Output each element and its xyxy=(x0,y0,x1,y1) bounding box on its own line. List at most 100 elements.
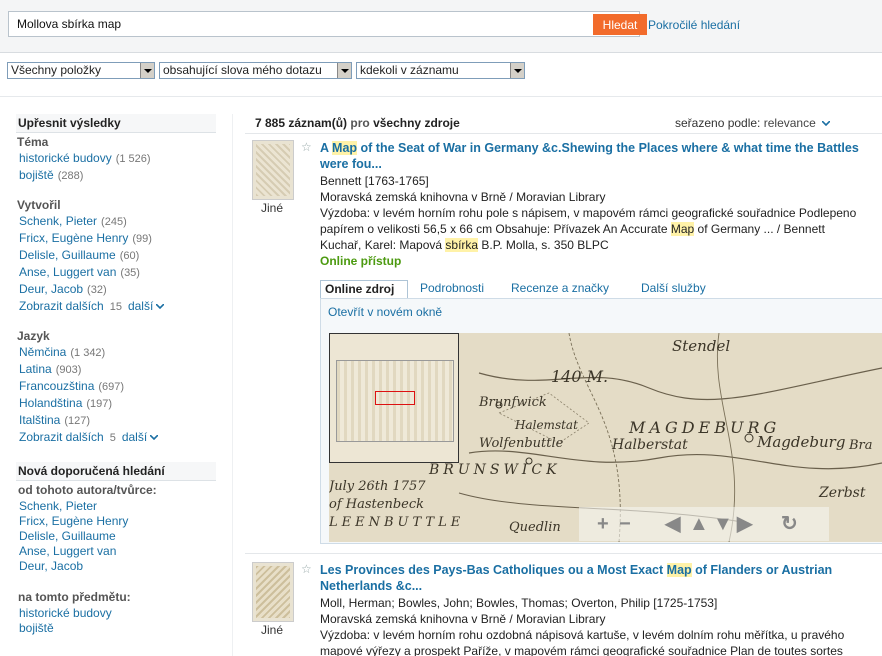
search-scope-select[interactable]: kdekoli v záznamu xyxy=(356,62,525,79)
facet-item[interactable]: Deur, Jacob (32) xyxy=(16,281,216,298)
online-access-link[interactable]: Online přístup xyxy=(320,253,882,269)
more-link[interactable]: další xyxy=(128,299,153,313)
search-scope-value: kdekoli v záznamu xyxy=(360,63,459,77)
title-part[interactable]: Netherlands &c... xyxy=(320,579,422,593)
viewport-indicator[interactable] xyxy=(375,391,415,405)
facet-item[interactable]: Němčina (1 342) xyxy=(16,344,216,361)
facet-item[interactable]: Schenk, Pieter (245) xyxy=(16,213,216,230)
record-author: Moll, Herman; Bowles, John; Bowles, Thom… xyxy=(320,596,718,610)
record-description: mapové výřezy a prospekt Paříže, v mapov… xyxy=(320,644,843,656)
pan-up-icon[interactable]: ▲ xyxy=(689,513,709,535)
title-part[interactable]: of Flanders or Austrian xyxy=(692,563,832,577)
facet-item[interactable]: bojiště (288) xyxy=(16,167,216,184)
by-subject-label: na tomto předmětu: xyxy=(18,590,131,604)
result-scope: všechny zdroje xyxy=(373,116,460,130)
pan-down-icon[interactable]: ▼ xyxy=(713,513,733,535)
map-label: Stendel xyxy=(672,337,731,355)
map-label: Brunfwick xyxy=(479,395,547,410)
result-count: 7 885 xyxy=(255,116,286,130)
record-type: Jiné xyxy=(260,201,283,215)
map-label: Quedlin xyxy=(509,520,561,535)
facet-label[interactable]: Francouzština xyxy=(19,379,94,393)
facet-label[interactable]: Fricx, Eugène Henry xyxy=(19,231,128,245)
facet-item[interactable]: Francouzština (697) xyxy=(16,378,216,395)
item-type-value: Všechny položky xyxy=(11,63,102,77)
title-part[interactable]: Les Provinces des Pays-Bas Catholiques o… xyxy=(320,563,667,577)
record-thumbnail[interactable] xyxy=(252,562,294,622)
sort-value[interactable]: relevance xyxy=(764,116,816,130)
zoom-in-icon[interactable]: + xyxy=(597,513,609,535)
title-part[interactable]: were fou... xyxy=(320,157,382,171)
sort-label: seřazeno podle: xyxy=(675,116,761,130)
map-label: Wolfenbuttle xyxy=(479,436,564,451)
tab-services[interactable]: Další služby xyxy=(637,280,710,297)
facet-item[interactable]: Latina (903) xyxy=(16,361,216,378)
chevron-down-icon xyxy=(140,63,154,78)
facet-label[interactable]: Holandština xyxy=(19,396,82,410)
map-overview[interactable] xyxy=(329,333,459,463)
tab-online-source[interactable]: Online zdroj xyxy=(320,280,408,299)
suggest-subject-link[interactable]: bojiště xyxy=(19,621,54,635)
title-highlight[interactable]: Map xyxy=(666,563,692,577)
tab-details[interactable]: Podrobnosti xyxy=(416,280,488,297)
facet-item[interactable]: Holandština (197) xyxy=(16,395,216,412)
divider xyxy=(232,114,233,656)
suggest-author-link[interactable]: Deur, Jacob xyxy=(19,559,83,573)
facet-label[interactable]: Delisle, Guillaume xyxy=(19,248,116,262)
facet-item[interactable]: Delisle, Guillaume (60) xyxy=(16,247,216,264)
title-part[interactable]: A xyxy=(320,141,332,155)
item-type-select[interactable]: Všechny položky xyxy=(7,62,155,79)
facet-count: (60) xyxy=(119,250,140,262)
record-title[interactable]: Les Provinces des Pays-Bas Catholiques o… xyxy=(320,562,882,594)
zoom-out-icon[interactable]: − xyxy=(619,513,631,535)
match-type-select[interactable]: obsahující slova mého dotazu xyxy=(159,62,352,79)
advanced-search-link[interactable]: Pokročilé hledání xyxy=(648,18,740,32)
facet-label[interactable]: Anse, Luggert van xyxy=(19,265,116,279)
pan-left-icon[interactable]: ◀ xyxy=(665,513,680,535)
sort-control[interactable]: seřazeno podle: relevance xyxy=(675,116,831,130)
star-icon[interactable]: ☆ xyxy=(301,562,312,576)
record-description: papírem o velikosti 56,5 x 66 cm Obsahuj… xyxy=(320,221,882,237)
record-description: Výzdoba: v levém horním rohu ozdobná náp… xyxy=(320,628,845,642)
record-author: Bennett [1763-1765] xyxy=(320,174,429,188)
tab-reviews[interactable]: Recenze a značky xyxy=(507,280,613,297)
chevron-down-icon xyxy=(510,63,524,78)
facet-item[interactable]: historické budovy (1 526) xyxy=(16,150,216,167)
show-more-languages[interactable]: Zobrazit dalších 5 další xyxy=(16,429,216,446)
show-more-creators[interactable]: Zobrazit dalších 15 další xyxy=(16,298,216,315)
pan-right-icon[interactable]: ▶ xyxy=(737,513,752,535)
facet-item[interactable]: Anse, Luggert van (35) xyxy=(16,264,216,281)
facet-label[interactable]: Latina xyxy=(19,362,52,376)
map-label: BRUNSWICK xyxy=(429,462,561,478)
title-highlight[interactable]: Map xyxy=(332,141,358,155)
facet-label[interactable]: Deur, Jacob xyxy=(19,282,83,296)
facet-label[interactable]: historické budovy xyxy=(19,151,112,165)
facet-item[interactable]: Fricx, Eugène Henry (99) xyxy=(16,230,216,247)
result-record: Jiné ☆ Les Provinces des Pays-Bas Cathol… xyxy=(248,562,882,656)
suggest-subject-link[interactable]: historické budovy xyxy=(19,606,112,620)
more-link[interactable]: další xyxy=(122,430,147,444)
search-button[interactable]: Hledat xyxy=(593,14,647,35)
show-more-count: 15 xyxy=(109,301,122,313)
rotate-icon[interactable]: ↻ xyxy=(781,513,798,535)
facet-item[interactable]: Italština (127) xyxy=(16,412,216,429)
divider xyxy=(245,553,882,554)
title-part[interactable]: of the Seat of War in Germany &c.Shewing… xyxy=(357,141,859,155)
suggest-author-link[interactable]: Fricx, Eugène Henry xyxy=(19,514,128,528)
open-new-window-link[interactable]: Otevřít v novém okně xyxy=(328,305,442,319)
suggest-author-link[interactable]: Anse, Luggert van xyxy=(19,544,116,558)
search-input[interactable] xyxy=(11,14,593,34)
suggest-author-link[interactable]: Delisle, Guillaume xyxy=(19,529,116,543)
suggest-author-link[interactable]: Schenk, Pieter xyxy=(19,499,97,513)
show-more-label[interactable]: Zobrazit dalších xyxy=(19,299,104,313)
facet-label[interactable]: Schenk, Pieter xyxy=(19,214,97,228)
star-icon[interactable]: ☆ xyxy=(301,140,312,154)
facet-label[interactable]: bojiště xyxy=(19,168,54,182)
facet-label[interactable]: Němčina xyxy=(19,345,66,359)
desc-part: papírem o velikosti 56,5 x 66 cm Obsahuj… xyxy=(320,222,671,236)
map-viewer[interactable]: Stendel 140 M. Brunfwick Halemstat Wolfe… xyxy=(329,333,882,542)
show-more-label[interactable]: Zobrazit dalších xyxy=(19,430,104,444)
facet-label[interactable]: Italština xyxy=(19,413,60,427)
record-title[interactable]: A Map of the Seat of War in Germany &c.S… xyxy=(320,140,882,172)
record-thumbnail[interactable] xyxy=(252,140,294,200)
